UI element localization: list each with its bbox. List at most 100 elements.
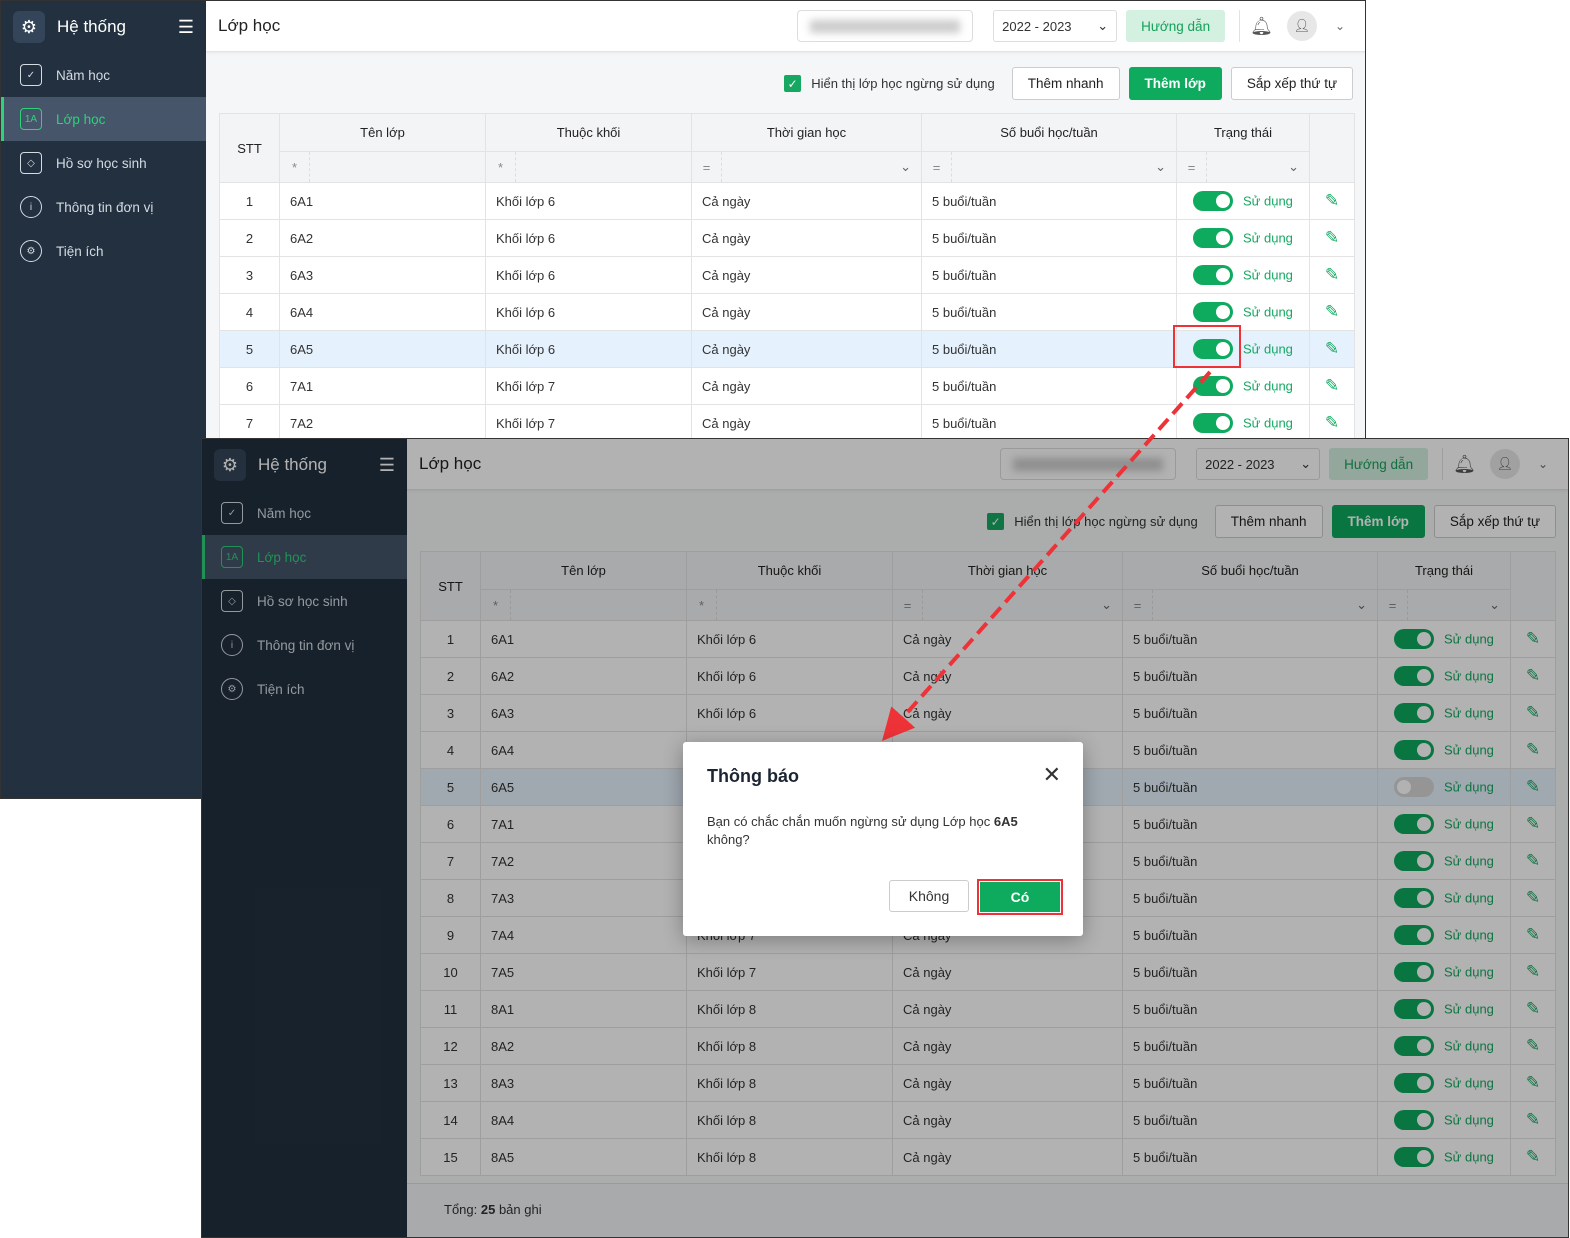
row-stt: 3: [219, 256, 280, 294]
quick-add-button[interactable]: Thêm nhanh: [1011, 67, 1120, 100]
status-label: Sử dụng: [1243, 304, 1293, 320]
status-label: Sử dụng: [1243, 193, 1293, 209]
sidebar-item-label: Hồ sơ học sinh: [56, 155, 147, 171]
dialog-message-end: không?: [707, 832, 750, 847]
col-header: Tên lớp: [279, 113, 486, 152]
row-grade: Khối lớp 6: [485, 182, 692, 220]
row-time: Cả ngày: [691, 367, 922, 405]
yes-button[interactable]: Có: [977, 879, 1063, 915]
pencil-icon[interactable]: ✎: [1309, 256, 1355, 294]
row-stt: 5: [219, 330, 280, 368]
sidebar-item-1[interactable]: 1A Lớp học: [1, 97, 206, 141]
row-sessions: 5 buổi/tuần: [921, 256, 1177, 294]
sidebar-item-2[interactable]: ◇ Hồ sơ học sinh: [1, 141, 206, 185]
add-class-button[interactable]: Thêm lớp: [1128, 67, 1222, 100]
table-row[interactable]: 67A1Khối lớp 7Cả ngày5 buổi/tuần Sử dụng ✎: [219, 367, 1355, 405]
status-toggle[interactable]: [1193, 376, 1233, 396]
sort-button[interactable]: Sắp xếp thứ tự: [1230, 67, 1353, 100]
sidebar-item-label: Năm học: [56, 67, 111, 83]
pencil-icon[interactable]: ✎: [1309, 219, 1355, 257]
status-toggle[interactable]: [1193, 413, 1233, 433]
column-filter[interactable]: *: [485, 151, 692, 183]
status-label: Sử dụng: [1243, 341, 1293, 357]
row-sessions: 5 buổi/tuần: [921, 182, 1177, 220]
status-toggle[interactable]: [1193, 302, 1233, 322]
filter-operator[interactable]: =: [693, 152, 722, 182]
annotation-highlight-toggle: [1173, 325, 1241, 368]
row-time: Cả ngày: [691, 293, 922, 331]
pencil-icon[interactable]: ✎: [1309, 367, 1355, 405]
chevron-down-icon: ⌄: [1097, 18, 1109, 33]
row-time: Cả ngày: [691, 256, 922, 294]
class-table: STT Tên lớp Thuộc khối Thời gian học Số buổi…: [219, 113, 1355, 479]
guide-button[interactable]: Hướng dẫn: [1126, 10, 1226, 42]
hamburger-menu-icon[interactable]: ☰: [178, 17, 194, 38]
filter-operator[interactable]: *: [487, 152, 516, 182]
row-grade: Khối lớp 7: [485, 404, 692, 442]
sidebar-item-0[interactable]: ✓ Năm học: [1, 53, 206, 97]
sidebar-item-4[interactable]: ⚙ Tiện ích: [1, 229, 206, 273]
status-label: Sử dụng: [1243, 230, 1293, 246]
status-toggle[interactable]: [1193, 228, 1233, 248]
filter-operator[interactable]: =: [923, 152, 952, 182]
dialog-title: Thông báo: [707, 766, 799, 786]
row-stt: 6: [219, 367, 280, 405]
filter-operator[interactable]: =: [1178, 152, 1207, 182]
column-filter[interactable]: = ⌄: [1176, 151, 1310, 183]
pencil-icon[interactable]: ✎: [1309, 404, 1355, 442]
pencil-icon[interactable]: ✎: [1309, 182, 1355, 220]
table-row[interactable]: 1 6A1 Khối lớp 6 Cả ngày 5 buổi/tuần Sử dụng ✎: [219, 182, 1355, 220]
row-class-name: 7A2: [279, 404, 486, 442]
status-label: Sử dụng: [1243, 267, 1293, 283]
info-icon: i: [20, 196, 42, 218]
sidebar-item-3[interactable]: i Thông tin đơn vị: [1, 185, 206, 229]
top-bar: Lớp học (blurred) 2022 - 2023 ⌄ Hướng dẫn 🔔︎ 👤…: [206, 1, 1365, 52]
row-sessions: 5 buổi/tuần: [921, 404, 1177, 442]
no-button[interactable]: Không: [889, 880, 969, 912]
chevron-down-icon[interactable]: ⌄: [1335, 19, 1345, 33]
row-sessions: 5 buổi/tuần: [921, 219, 1177, 257]
confirm-dialog: Thông báo ✕ Bạn có chắc chắn muốn ngừng …: [683, 742, 1083, 936]
row-stt: 7: [219, 404, 280, 442]
status-toggle[interactable]: [1193, 265, 1233, 285]
row-time: Cả ngày: [691, 219, 922, 257]
column-filter[interactable]: *: [279, 151, 486, 183]
pencil-icon[interactable]: ✎: [1309, 330, 1355, 368]
sidebar-item-label: Tiện ích: [56, 243, 104, 259]
column-filter[interactable]: = ⌄: [691, 151, 922, 183]
status-toggle[interactable]: [1193, 191, 1233, 211]
table-row[interactable]: 3 6A3 Khối lớp 6 Cả ngày 5 buổi/tuần Sử dụng ✎: [219, 256, 1355, 294]
row-status: Sử dụng: [1176, 219, 1310, 257]
status-label: Sử dụng: [1243, 415, 1293, 431]
sidebar-item-label: Lớp học: [56, 111, 106, 127]
unit-name-blurred: (blurred): [810, 20, 961, 33]
dialog-message: Bạn có chắc chắn muốn ngừng sử dụng Lớp …: [707, 813, 1047, 849]
unit-selector[interactable]: (blurred): [797, 10, 974, 42]
row-time: Cả ngày: [691, 330, 922, 368]
col-header: Thời gian học: [691, 113, 922, 152]
show-inactive-checkbox[interactable]: ✓ Hiển thị lớp học ngừng sử dụng: [784, 75, 995, 92]
row-time: Cả ngày: [691, 182, 922, 220]
school-year-select[interactable]: 2022 - 2023 ⌄: [993, 10, 1118, 42]
row-stt: 4: [219, 293, 280, 331]
table-row[interactable]: 77A2Khối lớp 7Cả ngày5 buổi/tuần Sử dụng ✎: [219, 404, 1355, 442]
col-header: Trạng thái: [1176, 113, 1310, 152]
row-class-name: 6A1: [279, 182, 486, 220]
pencil-icon[interactable]: ✎: [1309, 293, 1355, 331]
row-sessions: 5 buổi/tuần: [921, 367, 1177, 405]
row-stt: 2: [219, 219, 280, 257]
avatar[interactable]: 👤︎: [1286, 11, 1317, 41]
bell-icon[interactable]: 🔔︎: [1250, 16, 1273, 37]
row-grade: Khối lớp 6: [485, 330, 692, 368]
row-sessions: 5 buổi/tuần: [921, 330, 1177, 368]
brand-title: Hệ thống: [57, 17, 126, 36]
sidebar: ⚙ Hệ thống ☰ ✓ Năm học 1A Lớp học ◇ Hồ sơ học si…: [1, 1, 206, 798]
row-stt: 1: [219, 182, 280, 220]
close-icon[interactable]: ✕: [1043, 762, 1061, 788]
filter-operator[interactable]: *: [281, 152, 310, 182]
graduation-cap-icon: ◇: [20, 152, 42, 174]
dialog-class-name: 6A5: [993, 814, 1018, 829]
table-row[interactable]: 2 6A2 Khối lớp 6 Cả ngày 5 buổi/tuần Sử dụng ✎: [219, 219, 1355, 257]
row-class-name: 6A2: [279, 219, 486, 257]
column-filter[interactable]: = ⌄: [921, 151, 1177, 183]
